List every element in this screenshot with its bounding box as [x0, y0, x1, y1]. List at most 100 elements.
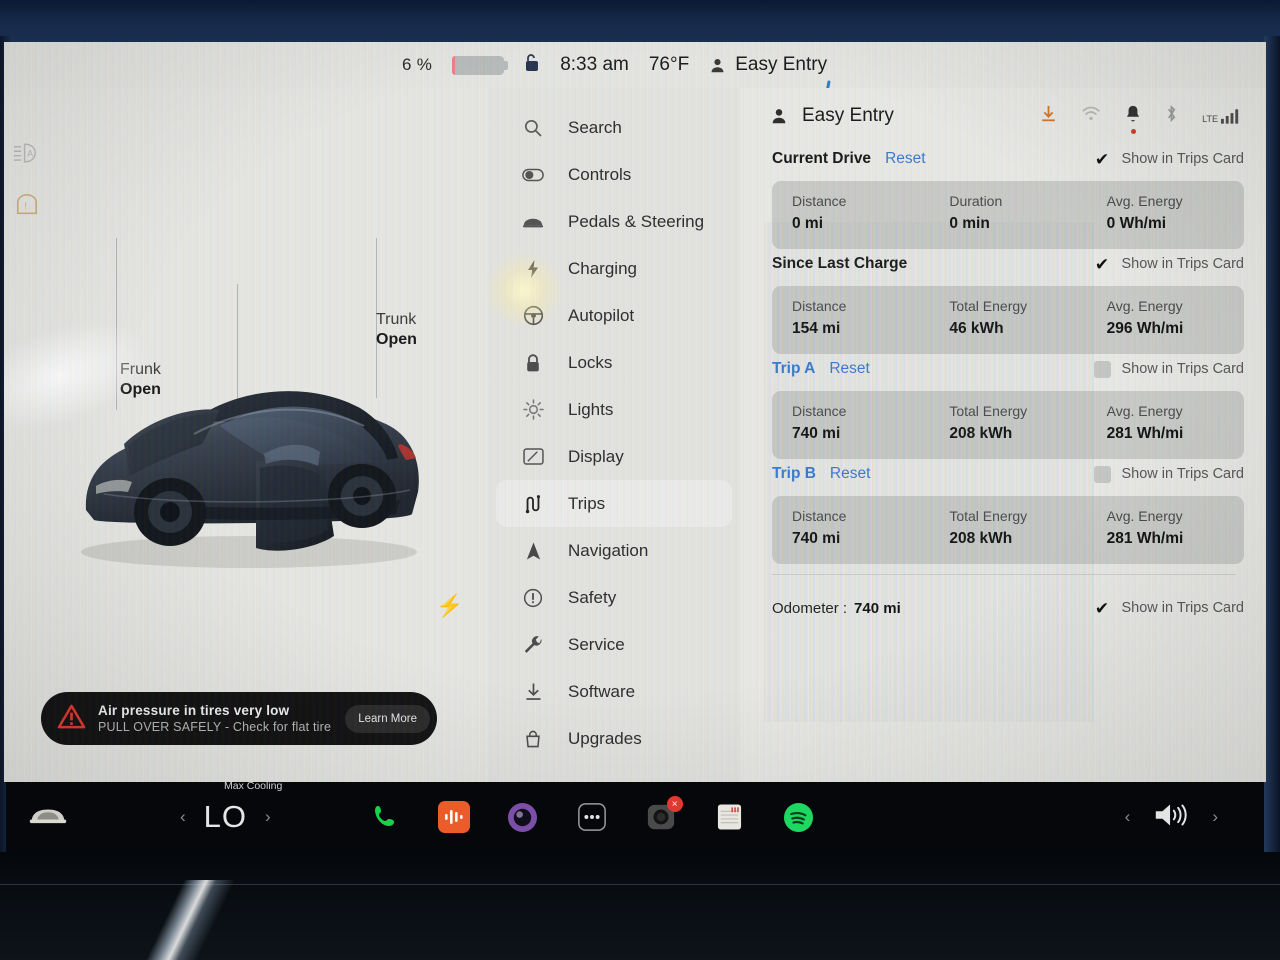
phone-icon[interactable] [367, 799, 403, 835]
car-front-icon[interactable] [28, 803, 68, 832]
stat-cell: Total Energy 208 kWh [929, 496, 1086, 564]
sidebar-item-service[interactable]: Service [496, 621, 732, 668]
sidebar-item-controls[interactable]: Controls [496, 151, 732, 198]
show-in-trips-card-label: Show in Trips Card [1121, 256, 1245, 272]
chevron-left-icon[interactable]: ‹ [180, 807, 186, 827]
more-icon[interactable] [574, 799, 610, 835]
vehicle-visualization-pane: A ! Frunk Open Trunk Open ⚡ Air pressure… [4, 88, 488, 782]
driver-profile-button[interactable]: Easy Entry [709, 54, 827, 76]
stat-value: 0 Wh/mi [1106, 215, 1167, 232]
sidebar-item-display[interactable]: Display [496, 433, 732, 480]
odometer-row: Odometer : 740 mi Show in Trips Card [740, 591, 1266, 625]
show-in-trips-card-toggle[interactable]: Show in Trips Card [1094, 256, 1245, 273]
sidebar-item-locks[interactable]: Locks [496, 339, 732, 386]
stat-cell: Avg. Energy 0 Wh/mi [1087, 181, 1244, 249]
checkbox[interactable] [1094, 256, 1111, 273]
spotify-icon[interactable] [781, 799, 817, 835]
speaker-icon[interactable] [1152, 800, 1190, 835]
audio-icon[interactable] [436, 799, 472, 835]
screen-bezel-right [1264, 36, 1280, 856]
clock-label: 8:33 am [560, 54, 629, 75]
dashcam-error-badge: × [666, 796, 683, 812]
stat-label: Distance [792, 403, 847, 419]
navigation-arrow-icon [522, 541, 544, 561]
show-in-trips-card-toggle[interactable]: Show in Trips Card [1093, 465, 1245, 483]
sidebar-item-label: Lights [568, 399, 614, 419]
wrench-icon [522, 635, 544, 655]
stat-value: 0 min [949, 215, 990, 232]
checkbox[interactable] [1094, 600, 1111, 617]
toggle-icon [522, 168, 544, 182]
camera-icon[interactable] [505, 799, 541, 835]
trips-road-icon [522, 494, 544, 514]
sidebar-item-safety[interactable]: Safety [496, 574, 732, 621]
sidebar-item-trips[interactable]: Trips [496, 480, 732, 527]
section-title: Trip A [772, 360, 816, 377]
reset-button[interactable]: Reset [885, 150, 926, 168]
chevron-right-icon[interactable]: › [1212, 807, 1218, 827]
profile-button[interactable]: Easy Entry [770, 105, 894, 127]
dashboard-reflection [51, 880, 369, 960]
sidebar-item-pedals-steering[interactable]: Pedals & Steering [496, 198, 732, 245]
sidebar-item-charging[interactable]: Charging [496, 245, 732, 292]
sidebar-item-upgrades[interactable]: Upgrades [496, 715, 732, 762]
sidebar-item-label: Trips [568, 493, 606, 513]
driver-profile-label: Easy Entry [735, 54, 828, 75]
sidebar-item-lights[interactable]: Lights [496, 386, 732, 433]
reset-button[interactable]: Reset [830, 465, 871, 483]
show-in-trips-card-label: Show in Trips Card [1121, 466, 1245, 482]
checkbox[interactable] [1094, 151, 1111, 168]
checkbox[interactable] [1093, 360, 1111, 378]
show-in-trips-card-label: Show in Trips Card [1121, 600, 1245, 616]
stat-value: 154 mi [792, 320, 841, 337]
sidebar-item-label: Service [568, 634, 625, 654]
checkbox[interactable] [1093, 465, 1111, 483]
tesla-touchscreen-photo: 6 % 8:33 am 76°F Easy Entry ⤓ A [0, 0, 1280, 960]
sidebar-item-navigation[interactable]: Navigation [496, 527, 732, 574]
alert-title: Air pressure in tires very low [98, 703, 290, 718]
unlock-icon[interactable] [524, 53, 540, 77]
section-divider [772, 574, 1236, 575]
show-in-trips-card-label: Show in Trips Card [1121, 361, 1245, 377]
download-icon[interactable] [1040, 105, 1057, 128]
calendar-icon[interactable] [712, 799, 748, 835]
chevron-right-icon[interactable]: › [265, 807, 271, 827]
wifi-icon[interactable] [1081, 106, 1101, 126]
reset-button[interactable]: Reset [829, 360, 870, 378]
trip-section: Trip A Reset Show in Trips Card Distance 740… [740, 354, 1266, 459]
learn-more-button[interactable]: Learn More [345, 704, 430, 733]
stat-value: 46 kWh [949, 320, 1004, 337]
stat-label: Distance [792, 298, 847, 314]
bottom-taskbar: Max Cooling ‹ LO › × ‹ › [6, 780, 1264, 852]
stat-cell: Avg. Energy 281 Wh/mi [1087, 391, 1244, 459]
sidebar-item-autopilot[interactable]: Autopilot [496, 292, 732, 339]
bolt-icon [522, 259, 544, 279]
dashcam-icon[interactable]: × [643, 796, 683, 835]
battery-icon [452, 55, 509, 75]
alert-subtitle: PULL OVER SAFELY - Check for flat tire [98, 720, 332, 734]
stat-value: 208 kWh [949, 530, 1013, 547]
stat-label: Avg. Energy [1106, 508, 1183, 524]
show-in-trips-card-toggle[interactable]: Show in Trips Card [1094, 151, 1245, 168]
climate-control[interactable]: Max Cooling ‹ LO › [180, 780, 282, 835]
volume-control[interactable]: ‹ › [1125, 800, 1218, 835]
sidebar-item-label: Charging [568, 258, 637, 278]
bluetooth-icon[interactable] [1165, 104, 1178, 128]
sidebar-item-search[interactable]: Search [496, 104, 732, 151]
stats-card: Distance 740 mi Total Energy 208 kWh Avg. En… [772, 496, 1244, 564]
temperature-value[interactable]: LO [204, 799, 247, 835]
odometer-show-toggle[interactable]: Show in Trips Card [1094, 600, 1245, 617]
show-in-trips-card-toggle[interactable]: Show in Trips Card [1093, 360, 1245, 378]
stat-label: Duration [949, 193, 1003, 209]
sidebar-item-label: Upgrades [568, 728, 642, 748]
sidebar-item-label: Display [568, 446, 624, 466]
trip-section: Trip B Reset Show in Trips Card Distance 740… [740, 459, 1266, 564]
stat-label: Avg. Energy [1106, 193, 1183, 209]
sidebar-item-software[interactable]: Software [496, 668, 732, 715]
svg-text:A: A [27, 149, 33, 159]
section-title: Since Last Charge [772, 255, 908, 272]
bell-icon[interactable] [1125, 104, 1141, 134]
sidebar-item-label: Controls [568, 164, 632, 184]
chevron-left-icon[interactable]: ‹ [1125, 807, 1131, 827]
stat-cell: Total Energy 208 kWh [929, 391, 1086, 459]
